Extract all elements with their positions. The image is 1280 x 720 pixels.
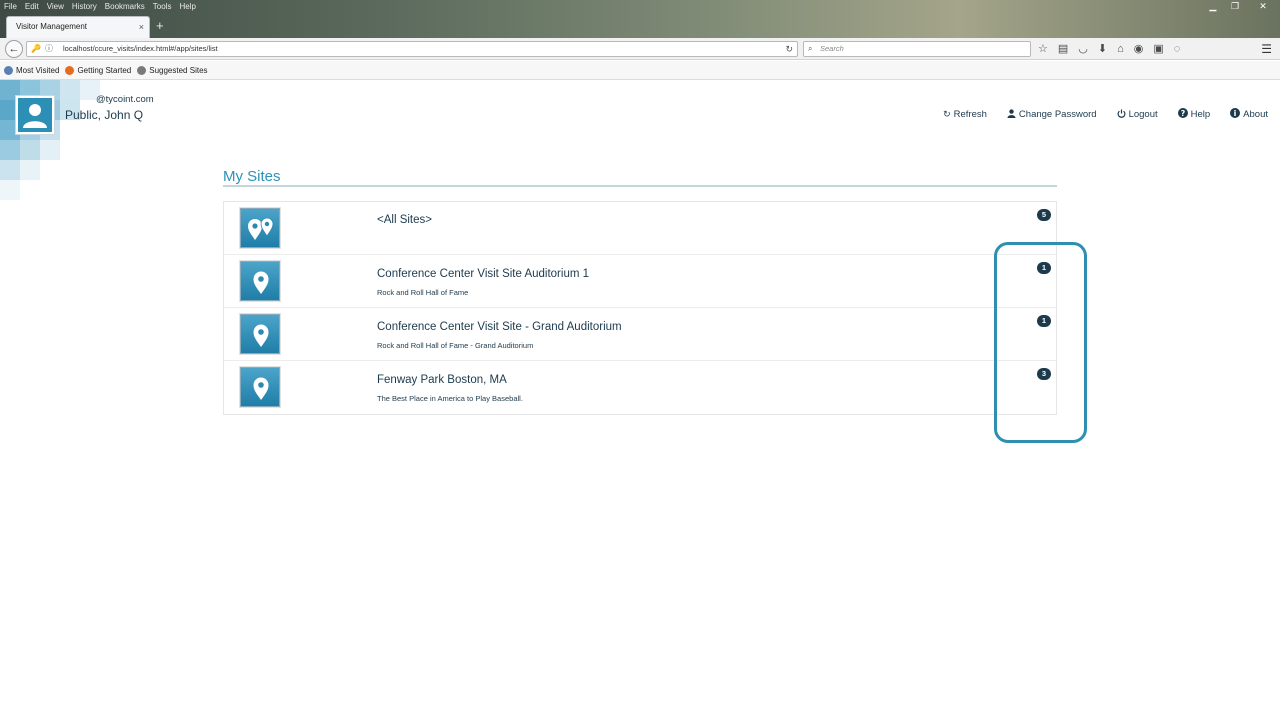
menu-help[interactable]: Help (179, 1, 195, 13)
site-identity-icon[interactable]: 🔑ⓘ (31, 42, 57, 56)
new-tab-button[interactable]: + (156, 18, 164, 34)
help-button[interactable]: ? Help (1177, 108, 1210, 120)
about-button[interactable]: i About (1230, 108, 1268, 120)
site-row[interactable]: Conference Center Visit Site - Grand Aud… (224, 308, 1056, 361)
user-name: Public, John Q (65, 108, 144, 122)
site-description: Rock and Roll Hall of Fame (377, 288, 469, 297)
help-icon: ? (1177, 108, 1188, 120)
bookmark-suggested-sites[interactable]: Suggested Sites (137, 61, 208, 79)
menu-edit[interactable]: Edit (25, 1, 39, 13)
refresh-icon: ↻ (943, 108, 951, 119)
multi-pin-icon (240, 208, 280, 248)
menu-view[interactable]: View (47, 1, 64, 13)
minimize-icon[interactable]: ▁ (1202, 0, 1224, 13)
bookmark-most-visited[interactable]: Most Visited (4, 61, 59, 79)
site-row-all[interactable]: <All Sites> 5 (224, 202, 1056, 255)
svg-text:i: i (1234, 109, 1237, 118)
change-password-button[interactable]: Change Password (1007, 108, 1097, 120)
reload-icon[interactable]: ↻ (785, 42, 793, 56)
info-icon: i (1230, 108, 1241, 120)
site-row[interactable]: Fenway Park Boston, MA The Best Place in… (224, 361, 1056, 414)
menu-bookmarks[interactable]: Bookmarks (105, 1, 145, 13)
pin-icon (240, 261, 280, 301)
pocket-icon[interactable]: ◡ (1078, 40, 1088, 58)
bookmark-folder-icon (4, 65, 13, 75)
download-icon[interactable]: ⬇ (1098, 40, 1107, 58)
browser-tab[interactable]: Visitor Management × (6, 16, 150, 38)
bookmarks-bar: Most Visited Getting Started Suggested S… (0, 61, 1280, 80)
site-name[interactable]: Conference Center Visit Site - Grand Aud… (377, 321, 622, 333)
tab-close-icon[interactable]: × (139, 17, 144, 37)
highlight-annotation (994, 242, 1087, 443)
site-name[interactable]: <All Sites> (377, 214, 432, 226)
site-description: The Best Place in America to Play Baseba… (377, 394, 523, 403)
avatar (16, 96, 54, 134)
window-controls: ▁ ❐ ✕ (1202, 0, 1280, 13)
extension-icon[interactable]: ◌ (1174, 40, 1181, 58)
browser-menubar: File Edit View History Bookmarks Tools H… (4, 1, 196, 13)
browser-titlebar: File Edit View History Bookmarks Tools H… (0, 0, 1280, 40)
site-list: <All Sites> 5 Conference Center Visit Si… (223, 201, 1057, 415)
tab-title: Visitor Management (16, 22, 87, 31)
pin-icon (240, 314, 280, 354)
reading-list-icon[interactable]: ▤ (1058, 40, 1068, 58)
menu-history[interactable]: History (72, 1, 97, 13)
firefox-icon (65, 65, 75, 75)
site-row[interactable]: Conference Center Visit Site Auditorium … (224, 255, 1056, 308)
restore-icon[interactable]: ❐ (1224, 0, 1246, 13)
window-close-icon[interactable]: ✕ (1246, 0, 1280, 13)
bookmark-getting-started[interactable]: Getting Started (65, 61, 131, 79)
hamburger-menu-icon[interactable]: ☰ (1261, 40, 1272, 58)
refresh-button[interactable]: ↻ Refresh (943, 108, 987, 120)
url-bar[interactable]: 🔑ⓘ localhost/ccure_visits/index.html#/ap… (26, 41, 798, 57)
logout-button[interactable]: Logout (1117, 108, 1158, 120)
home-icon[interactable]: ⌂ (1117, 40, 1124, 58)
browser-navbar: ← 🔑ⓘ localhost/ccure_visits/index.html#/… (0, 38, 1280, 60)
bookmark-star-icon[interactable]: ☆ (1038, 40, 1048, 58)
search-input[interactable]: ⌕ Search (803, 41, 1031, 57)
url-text: localhost/ccure_visits/index.html#/app/s… (63, 44, 218, 53)
menu-file[interactable]: File (4, 1, 17, 13)
power-icon (1117, 109, 1126, 120)
page-title: My Sites (223, 168, 281, 185)
page-content: @tycoint.com Public, John Q ↻ Refresh Ch… (0, 80, 1280, 720)
site-name[interactable]: Conference Center Visit Site Auditorium … (377, 268, 589, 280)
extension-icon[interactable]: ▣ (1153, 40, 1163, 58)
title-divider (223, 185, 1057, 187)
chat-icon[interactable]: ◉ (1134, 40, 1144, 58)
svg-text:?: ? (1180, 109, 1185, 118)
web-slice-icon (137, 65, 147, 75)
user-silhouette-icon (23, 104, 47, 128)
site-name[interactable]: Fenway Park Boston, MA (377, 374, 507, 386)
site-description: Rock and Roll Hall of Fame - Grand Audit… (377, 341, 534, 350)
visit-count-badge: 5 (1037, 209, 1051, 221)
header-actions: ↻ Refresh Change Password Logout ? Help … (943, 108, 1268, 120)
menu-tools[interactable]: Tools (153, 1, 172, 13)
back-arrow-icon[interactable]: ← (5, 40, 23, 58)
search-icon: ⌕ (808, 44, 813, 53)
user-email: @tycoint.com (96, 94, 154, 105)
user-icon (1007, 108, 1016, 120)
search-placeholder: Search (820, 44, 844, 53)
toolbar-icons: ☆ ▤ ◡ ⬇ ⌂ ◉ ▣ ◌ (1038, 40, 1180, 58)
pin-icon (240, 367, 280, 407)
